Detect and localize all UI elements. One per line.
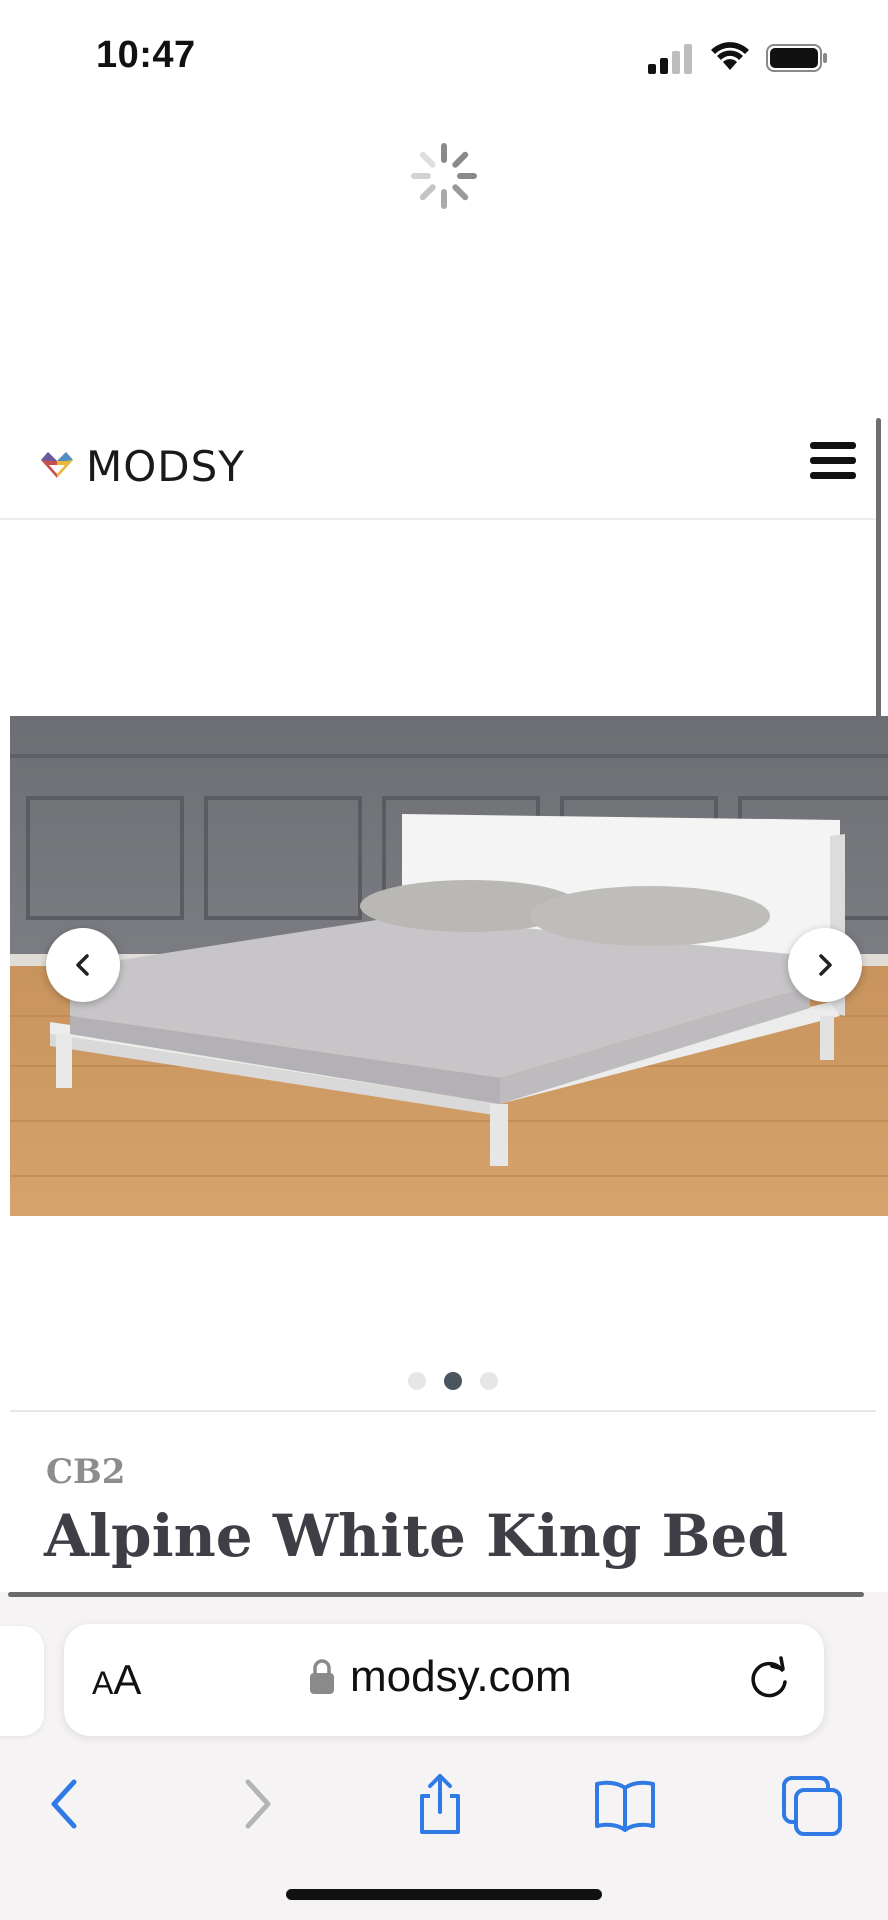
carousel-prev-button[interactable] [46,928,120,1002]
product-carousel [0,522,888,1412]
home-indicator[interactable] [286,1889,602,1900]
chevron-right-icon [819,954,832,976]
product-brand[interactable]: CB2 [46,1452,125,1492]
book-icon [595,1780,655,1832]
product-image [10,716,888,1216]
hamburger-menu-icon[interactable] [810,442,858,486]
page-load-progress [8,1592,864,1597]
back-button[interactable] [26,1764,106,1844]
divider [10,1410,876,1412]
address-bar[interactable]: AA modsy.com [64,1624,824,1736]
status-bar: 10:47 [0,0,888,110]
previous-tab-peek[interactable] [0,1626,44,1736]
wifi-icon [711,42,749,70]
share-icon [420,1774,460,1834]
site-header: MODSY [0,420,876,520]
carousel-dot-active[interactable] [444,1372,462,1390]
text-size-button[interactable]: AA [92,1656,141,1704]
browser-bottom-bar: AA modsy.com [0,1592,888,1920]
browser-toolbar [0,1754,888,1864]
product-title: Alpine White King Bed [44,1502,788,1570]
url-text[interactable]: modsy.com [350,1652,572,1702]
spinner-icon [411,143,477,209]
logo-text[interactable]: MODSY [86,442,245,491]
chevron-left-icon [51,1779,77,1829]
share-button[interactable] [400,1764,480,1844]
carousel-dot[interactable] [408,1372,426,1390]
bookmarks-button[interactable] [585,1764,665,1844]
reload-icon[interactable] [744,1654,794,1704]
lock-icon [310,1659,334,1694]
carousel-next-button[interactable] [788,928,862,1002]
modsy-heart-icon[interactable] [38,444,76,482]
chevron-right-icon [245,1779,271,1829]
cellular-signal-icon [648,44,692,74]
tabs-button[interactable] [772,1764,852,1844]
chevron-left-icon [76,954,89,976]
forward-button[interactable] [216,1764,296,1844]
battery-icon [766,44,827,72]
carousel-dot[interactable] [480,1372,498,1390]
tabs-icon [782,1776,842,1836]
carousel-dots [408,1372,498,1392]
status-time: 10:47 [96,34,196,76]
